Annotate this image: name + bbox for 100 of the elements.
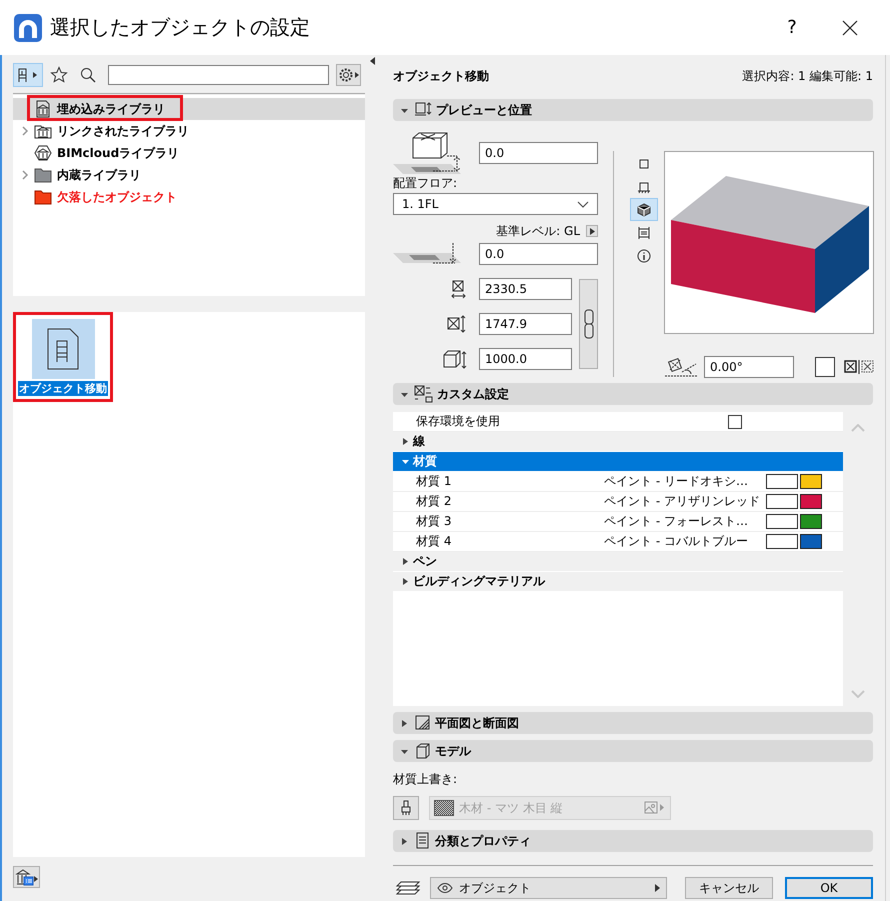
field-label: 材質上書き: — [393, 771, 458, 787]
image-arrow-icon — [644, 801, 666, 815]
scroll-up-icon — [851, 424, 865, 432]
item-label: 埋め込みライブラリ — [57, 100, 165, 118]
section-header[interactable]: プレビューと位置 — [393, 99, 873, 121]
selection-info: 選択内容: 1 編集可能: 1 — [742, 68, 873, 84]
help-button[interactable]: ? — [772, 17, 812, 38]
dialog-button[interactable]: OK — [785, 877, 873, 899]
section-title: カスタム設定 — [437, 386, 509, 402]
rotation-angle-icon — [664, 357, 698, 377]
angle-field[interactable]: 0.00° — [704, 356, 794, 378]
scroll-down-icon — [851, 690, 865, 698]
dropdown-value: オブジェクト — [459, 880, 532, 896]
group-label: 材質 — [413, 453, 437, 470]
tree-item[interactable]: 埋め込みライブラリ — [13, 98, 365, 120]
tree-item[interactable]: BIMcloudライブラリ — [13, 142, 365, 164]
link-proportions-button[interactable] — [579, 279, 598, 369]
object-thumbnail[interactable] — [32, 319, 94, 379]
height-field[interactable]: 1000.0 — [479, 348, 572, 370]
depth-icon — [447, 314, 467, 334]
group-label: 線 — [413, 433, 425, 450]
tree-item[interactable]: 欠落したオブジェクト — [13, 186, 365, 208]
property-value: ペイント - アリザリンレッド — [604, 493, 761, 510]
dialog-button[interactable]: キャンセル — [685, 877, 773, 899]
property-label: 材質 4 — [416, 533, 452, 550]
property-label: 材質 3 — [416, 513, 452, 530]
elevation-field[interactable]: 0.0 — [479, 142, 598, 164]
tree-item[interactable]: リンクされたライブラリ — [13, 120, 365, 142]
cube-icon — [414, 742, 431, 760]
group-row[interactable]: ビルディングマテリアル — [393, 572, 843, 592]
library-document-icon — [34, 100, 52, 118]
layers-icon — [395, 880, 421, 896]
group-row[interactable]: 線 — [393, 432, 843, 452]
search-field[interactable] — [108, 65, 329, 85]
view-mode-button[interactable] — [630, 198, 658, 221]
object-name: オブジェクト移動 — [393, 68, 489, 84]
section-title: 分類とプロパティ — [435, 832, 531, 850]
color-swatch[interactable] — [800, 534, 822, 549]
settings-icon — [338, 67, 360, 83]
property-value: ペイント - リードオキシ… — [604, 473, 749, 490]
chain-link-icon — [584, 309, 594, 339]
cube-icon — [637, 202, 651, 216]
color-swatch[interactable] — [800, 514, 822, 529]
override-swatch[interactable] — [766, 494, 798, 509]
reference-level-button[interactable] — [586, 225, 598, 237]
dropdown-value: 1. 1FL — [402, 197, 438, 211]
checkbox[interactable] — [728, 414, 742, 428]
override-swatch[interactable] — [766, 534, 798, 549]
color-swatch[interactable] — [800, 494, 822, 509]
item-label: 内蔵ライブラリ — [57, 166, 141, 184]
chevron-down-icon — [577, 200, 589, 208]
group-row[interactable]: ペン — [393, 552, 843, 572]
section-header[interactable]: 分類とプロパティ — [393, 830, 873, 852]
property-row[interactable]: 材質 2 ペイント - アリザリンレッド — [393, 492, 843, 512]
info-icon — [637, 248, 651, 262]
section-title: モデル — [435, 742, 471, 760]
search-icon — [80, 67, 96, 83]
section-title: プレビューと位置 — [436, 102, 532, 118]
checker-swatch-icon — [434, 800, 454, 816]
layer-dropdown[interactable]: オブジェクト — [430, 877, 667, 899]
dropdown-value: 木材 - マツ 木目 縦 — [459, 800, 564, 816]
width-icon — [451, 280, 467, 298]
property-row[interactable]: 材質 1 ペイント - リードオキシ… — [393, 472, 843, 492]
close-icon — [842, 20, 858, 36]
override-swatch[interactable] — [766, 474, 798, 489]
tree-item[interactable]: 内蔵ライブラリ — [13, 164, 365, 186]
object-label: オブジェクト移動 — [18, 381, 108, 396]
depth-field[interactable]: 1747.9 — [479, 313, 572, 335]
paint-brush-button[interactable] — [393, 796, 419, 820]
library-list-icon — [14, 868, 38, 886]
window-title: 選択したオブジェクトの設定 — [50, 14, 311, 41]
library-view-button[interactable] — [13, 63, 43, 87]
elevation-view-icon — [637, 180, 651, 194]
folder-icon — [34, 188, 52, 206]
group-row[interactable]: 材質 — [393, 452, 843, 472]
property-row[interactable]: 材質 3 ペイント - フォーレスト… — [393, 512, 843, 532]
item-label: 欠落したオブジェクト — [57, 188, 177, 206]
settings-button[interactable] — [336, 64, 361, 86]
settings-grid-icon — [414, 385, 433, 403]
group-label: ビルディングマテリアル — [413, 573, 545, 590]
override-swatch[interactable] — [766, 514, 798, 529]
cloud-library-icon — [34, 144, 52, 162]
item-label: リンクされたライブラリ — [57, 122, 189, 140]
mirror-icon — [844, 360, 874, 374]
collapse-panel-icon — [370, 57, 375, 65]
item-label: BIMcloudライブラリ — [57, 144, 180, 162]
field-label: 配置フロア: — [393, 175, 458, 191]
width-field[interactable]: 2330.5 — [479, 278, 572, 300]
library-manager-button[interactable] — [13, 866, 40, 888]
property-label: 材質 1 — [416, 473, 452, 490]
film-strip-icon — [637, 226, 651, 240]
property-label: 保存環境を使用 — [416, 413, 501, 430]
section-header[interactable]: 平面図と断面図 — [393, 712, 873, 734]
reference-level-label: 基準レベル: GL — [496, 222, 580, 240]
app-logo-icon — [14, 14, 42, 42]
floor-dropdown[interactable]: 1. 1FL — [393, 193, 598, 215]
height-icon — [443, 348, 467, 370]
section-header[interactable]: カスタム設定 — [393, 383, 873, 405]
level-offset-field[interactable]: 0.0 — [479, 243, 598, 265]
color-swatch[interactable] — [800, 474, 822, 489]
